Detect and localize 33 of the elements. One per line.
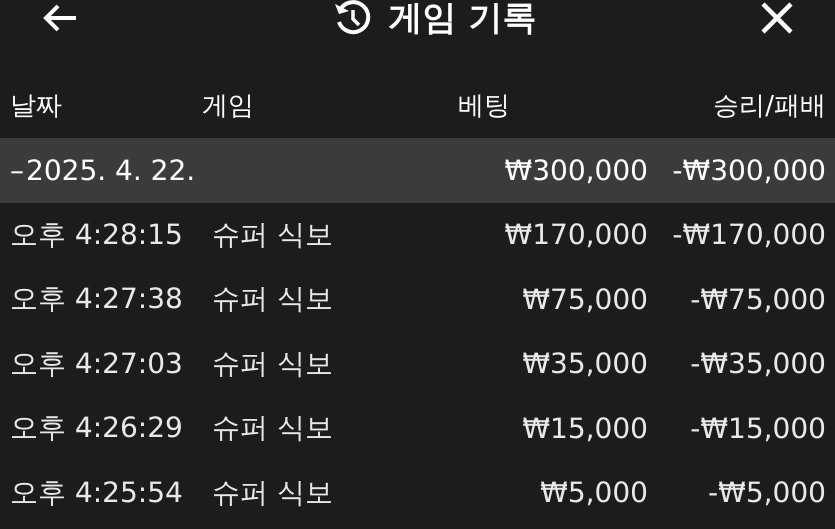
window-title: 게임 기록 [388,0,536,40]
result-cell-text: -₩5,000 [707,476,826,510]
game-cell-text: 슈퍼 식보 [212,346,334,382]
result-cell-text: -₩35,000 [689,347,826,380]
game-cell-text: 슈퍼 식보 [212,216,334,253]
close-button[interactable] [759,0,795,36]
result-cell-text: -₩170,000 [671,218,826,252]
bet-cell-text: ₩170,000 [504,218,648,252]
history-icon [332,0,371,36]
result-cell-text: -₩15,000 [689,412,826,445]
time-cell-text: 오후 4:27:03 [10,346,184,382]
bet-cell-text: ₩15,000 [521,412,648,445]
time-cell-text: 오후 4:25:54 [10,474,184,511]
close-icon [759,0,795,36]
time-cell-text: 오후 4:27:38 [10,281,184,318]
column-header: 베팅 [458,90,511,122]
bet-cell-text: ₩35,000 [521,347,648,380]
game-cell-text: 슈퍼 식보 [212,474,334,511]
column-header: 게임 [202,90,255,122]
column-header: 승리/패배 [713,90,826,122]
time-cell-text: 오후 4:28:15 [10,216,184,253]
result-cell-text: -₩75,000 [689,282,826,316]
column-header: 날짜 [10,90,63,122]
time-cell-text: 오후 4:26:29 [10,410,184,446]
date-label: 2025. 4. 22. [26,154,196,187]
bet-total: ₩300,000 [504,154,648,187]
bet-cell-text: ₩75,000 [521,282,648,316]
result-total: -₩300,000 [671,154,826,187]
game-cell-text: 슈퍼 식보 [212,410,334,446]
expand-toggle[interactable]: – [10,154,24,187]
game-cell-text: 슈퍼 식보 [212,281,334,318]
date-group-row[interactable]: –2025. 4. 22. ₩300,000 -₩300,000 [0,138,835,202]
bet-cell-text: ₩5,000 [539,476,648,510]
